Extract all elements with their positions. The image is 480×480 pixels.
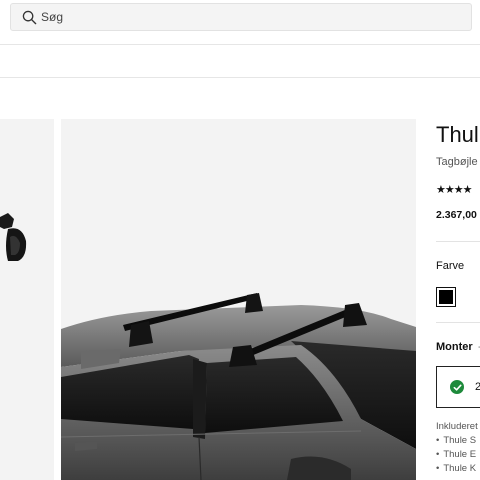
product-title: Thul: [436, 122, 479, 147]
color-label: Farve: [436, 260, 465, 272]
product-subtitle: Tagbøjle: [436, 156, 478, 168]
mount-option-label: 2: [475, 381, 480, 393]
rating-stars[interactable]: ★★★★: [436, 183, 472, 196]
top-bar: [0, 0, 480, 40]
search-input[interactable]: [41, 10, 441, 24]
product-price: 2.367,00: [436, 209, 477, 221]
list-item: Thule E: [436, 448, 476, 462]
check-icon: [450, 380, 464, 394]
list-item: Thule K: [436, 462, 476, 476]
color-swatch-black[interactable]: [436, 287, 456, 307]
included-list: Thule S Thule E Thule K: [436, 434, 476, 476]
mount-option-card[interactable]: 2: [436, 366, 480, 408]
section-divider: [436, 241, 480, 242]
product-image-main[interactable]: [61, 119, 416, 480]
list-item: Thule S: [436, 434, 476, 448]
swatch-fill: [439, 290, 453, 304]
header-divider: [0, 44, 480, 45]
gallery-thumbnail-previous[interactable]: [0, 119, 54, 480]
search-icon[interactable]: [20, 8, 38, 26]
included-label: Inkluderet: [436, 421, 478, 432]
search-bar[interactable]: [10, 3, 472, 31]
section-divider: [436, 322, 480, 323]
nav-divider: [0, 77, 480, 78]
product-info-panel: Thul Tagbøjle ★★★★ 2.367,00 Farve Monter…: [436, 119, 480, 480]
mount-label: Monter: [436, 341, 473, 353]
